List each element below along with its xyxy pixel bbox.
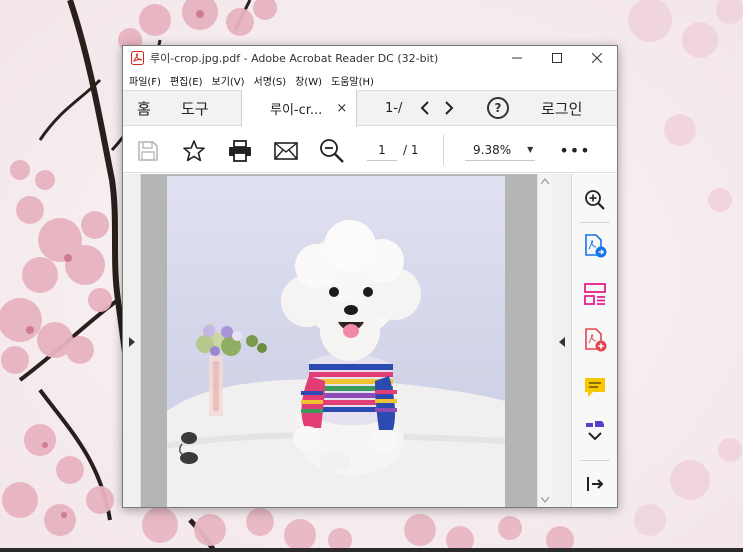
zoom-dropdown[interactable]: 9.38% ▼: [465, 139, 535, 161]
scroll-down-icon[interactable]: [540, 496, 550, 505]
create-pdf-button[interactable]: [581, 326, 609, 354]
organize-pages-icon: [584, 283, 606, 305]
minimize-button[interactable]: [497, 46, 537, 70]
collapse-pane-button[interactable]: [581, 470, 609, 498]
left-pane-toggle[interactable]: [123, 174, 141, 507]
chevron-down-icon: [586, 421, 604, 441]
login-button[interactable]: 로그인: [541, 91, 582, 125]
menu-window[interactable]: 창(W): [295, 73, 322, 88]
export-pdf-button[interactable]: [581, 232, 609, 260]
zoom-in-icon: [585, 190, 605, 210]
tab-document-active[interactable]: 루이-cr... ×: [241, 90, 357, 127]
acrobat-window: 루이-crop.jpg.pdf - Adobe Acrobat Reader D…: [122, 45, 618, 508]
page-viewport[interactable]: [141, 174, 537, 507]
caret-down-icon: ▼: [527, 145, 534, 154]
help-button[interactable]: ?: [487, 97, 509, 119]
bookmark-button[interactable]: [181, 138, 207, 164]
maximize-button[interactable]: [537, 46, 577, 70]
menu-view[interactable]: 보기(V): [212, 73, 245, 88]
window-title: 루이-crop.jpg.pdf - Adobe Acrobat Reader D…: [150, 52, 439, 65]
maximize-icon: [552, 53, 562, 63]
save-icon: [138, 141, 158, 161]
acrobat-logo-icon: [131, 51, 144, 65]
comment-icon: [585, 378, 605, 397]
comment-button[interactable]: [581, 374, 609, 402]
page-total: / 1: [403, 143, 419, 157]
pane-divider-bottom: [580, 460, 610, 461]
save-button[interactable]: [135, 138, 161, 164]
tab-close-button[interactable]: ×: [336, 101, 347, 116]
tab-scroll-left-button[interactable]: [417, 91, 433, 125]
export-pdf-icon: [585, 234, 607, 258]
tab-scroll-right-button[interactable]: [441, 91, 457, 125]
minimize-icon: [512, 57, 522, 59]
create-pdf-icon: [585, 328, 607, 352]
title-bar: 루이-crop.jpg.pdf - Adobe Acrobat Reader D…: [123, 46, 617, 70]
email-button[interactable]: [273, 138, 299, 164]
dog-photo: [167, 176, 505, 507]
toolbar: 1 / 1 9.38% ▼ •••: [123, 127, 617, 173]
menu-help[interactable]: 도움말(H): [331, 73, 374, 88]
collapse-left-icon: [559, 336, 565, 347]
document-area: [123, 174, 571, 507]
print-icon: [229, 140, 251, 162]
expand-right-icon: [128, 336, 135, 347]
mail-icon: [274, 142, 298, 160]
taskbar-edge: [0, 548, 743, 552]
right-pane-toggle[interactable]: [553, 174, 571, 507]
collapse-pane-icon: [587, 477, 604, 491]
menu-sign[interactable]: 서명(S): [254, 73, 287, 88]
menu-edit[interactable]: 편집(E): [170, 73, 203, 88]
tab-tools[interactable]: 도구: [181, 91, 209, 125]
organize-pages-button[interactable]: [581, 280, 609, 308]
close-icon: [592, 53, 602, 63]
window-controls: [497, 46, 617, 70]
zoom-in-tool-button[interactable]: [581, 186, 609, 214]
scroll-up-icon[interactable]: [540, 177, 550, 186]
tab-home[interactable]: 홈: [137, 91, 151, 125]
pdf-page: [167, 176, 505, 507]
star-icon: [183, 140, 205, 162]
print-button[interactable]: [227, 138, 253, 164]
toolbar-divider: [443, 135, 444, 165]
chevron-right-icon: [445, 101, 454, 115]
page-number-input[interactable]: 1: [367, 139, 397, 161]
pane-divider: [580, 222, 610, 223]
more-tools-button[interactable]: •••: [559, 138, 589, 162]
chevron-left-icon: [420, 101, 429, 115]
tab-bar: 홈 도구 루이-cr... × 1-/ ? 로그인: [123, 90, 617, 127]
tab-document-second[interactable]: 1-/: [385, 91, 402, 125]
zoom-value: 9.38%: [473, 142, 512, 157]
close-button[interactable]: [577, 46, 617, 70]
tools-pane: [571, 174, 617, 507]
zoom-out-button[interactable]: [319, 138, 345, 164]
menu-file[interactable]: 파일(F): [129, 73, 161, 88]
vertical-scrollbar[interactable]: [537, 174, 553, 507]
tab-document-label: 루이-cr...: [270, 103, 323, 118]
more-pane-tools-button[interactable]: [581, 418, 609, 446]
zoom-out-icon: [320, 139, 344, 163]
menu-bar: 파일(F) 편집(E) 보기(V) 서명(S) 창(W) 도움말(H): [123, 70, 617, 90]
